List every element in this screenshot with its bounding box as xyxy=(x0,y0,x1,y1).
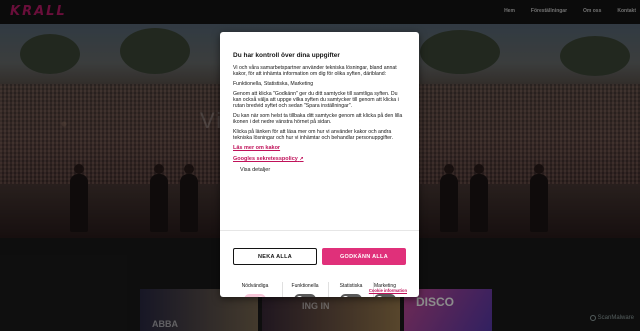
consent-paragraph: Du kan när som helst ta tillbaka ditt sa… xyxy=(233,113,403,125)
consent-text-area[interactable]: Du har kontroll över dina uppgifter Vi o… xyxy=(220,32,419,230)
category-necessary: Nödvändiga xyxy=(233,278,277,297)
google-privacy-link[interactable]: Googles sekretesspolicy ↗ xyxy=(233,156,407,162)
consent-paragraph: Vi och våra samarbetspartner använder te… xyxy=(233,65,397,77)
consent-buttons: NEKA ALLA GODKÄNN ALLA xyxy=(233,248,406,265)
toggle-marketing[interactable] xyxy=(374,294,396,297)
accept-all-button[interactable]: GODKÄNN ALLA xyxy=(322,248,406,265)
page: KRALL Hem Föreställningar Om oss Kontakt… xyxy=(0,0,640,331)
deny-all-button[interactable]: NEKA ALLA xyxy=(233,248,317,265)
toggle-statistics[interactable] xyxy=(340,294,362,297)
show-details-button[interactable]: Visa detaljer xyxy=(240,167,407,173)
divider xyxy=(220,230,419,231)
consent-paragraph: Genom att klicka "Godkänn" ger du ditt s… xyxy=(233,91,399,109)
cookie-information-link[interactable]: Cookie information xyxy=(369,288,407,293)
cookie-consent-dialog: Du har kontroll över dina uppgifter Vi o… xyxy=(220,32,419,297)
external-link-icon: ↗ xyxy=(299,156,304,162)
toggle-necessary xyxy=(244,294,266,297)
consent-paragraph: Klicka på länken för att läsa mer om hur… xyxy=(233,129,394,141)
read-more-cookies-link[interactable]: Läs mer om kakor xyxy=(233,145,407,151)
consent-title: Du har kontroll över dina uppgifter xyxy=(233,52,340,59)
consent-purposes: Funktionella, Statistiska, Marketing xyxy=(233,81,314,87)
category-functional: Funktionella xyxy=(283,278,327,297)
toggle-functional[interactable] xyxy=(294,294,316,297)
